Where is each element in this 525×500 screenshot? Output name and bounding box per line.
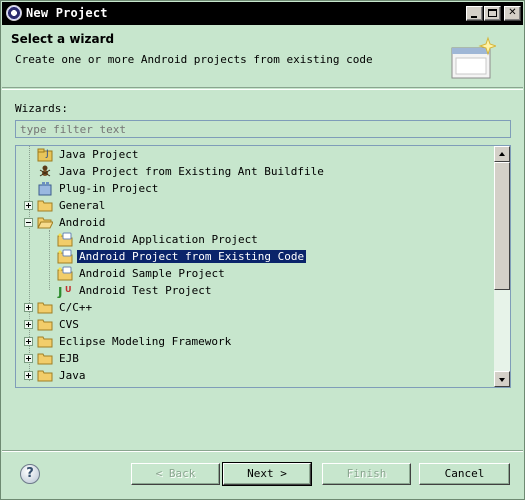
folder-icon	[37, 200, 53, 212]
tree-item-label: Android Test Project	[79, 284, 212, 297]
minimize-button[interactable]	[466, 6, 483, 21]
tree-item-label: Android Sample Project	[79, 267, 225, 280]
scroll-down-button[interactable]	[494, 371, 510, 387]
expand-icon[interactable]	[24, 371, 33, 380]
tree-item[interactable]: Android	[16, 214, 494, 231]
folder-icon	[37, 336, 53, 348]
eclipse-icon	[6, 5, 22, 21]
plugin-project-icon	[38, 182, 52, 196]
help-icon: ?	[26, 466, 34, 481]
tree-item-label: Java Project from Existing Ant Buildfile	[59, 165, 324, 178]
arrow-down-icon	[499, 378, 505, 382]
tree-item[interactable]: CVS	[16, 316, 494, 333]
tree-scrollbar[interactable]	[494, 146, 510, 387]
android-project-icon	[57, 232, 73, 247]
tree-item[interactable]: General	[16, 197, 494, 214]
arrow-up-icon	[499, 152, 505, 156]
ant-icon	[39, 165, 51, 177]
tree-item[interactable]: Android Sample Project	[16, 265, 494, 282]
folder-icon	[37, 319, 53, 331]
new-project-dialog: New Project ✕ Select a wizard Create one…	[0, 0, 525, 500]
folder-icon	[37, 302, 53, 314]
tree-item-label: CVS	[59, 318, 79, 331]
finish-button[interactable]: Finish	[322, 463, 411, 485]
wizards-label: Wizards:	[15, 102, 68, 115]
tree-item-label: Eclipse Modeling Framework	[59, 335, 232, 348]
close-button[interactable]: ✕	[504, 6, 521, 21]
scroll-up-button[interactable]	[494, 146, 510, 162]
wizard-tree-list: J Java Project Java Project from Existin…	[16, 146, 494, 387]
android-project-icon	[57, 249, 73, 264]
filter-input[interactable]	[15, 120, 511, 138]
expand-icon[interactable]	[24, 303, 33, 312]
folder-open-icon	[37, 217, 53, 229]
tree-item-label: General	[59, 199, 106, 212]
collapse-icon[interactable]	[24, 218, 33, 227]
tree-item[interactable]: Java Project from Existing Ant Buildfile	[16, 163, 494, 180]
folder-icon	[37, 353, 53, 365]
expand-icon[interactable]	[24, 201, 33, 210]
expand-icon[interactable]	[24, 337, 33, 346]
maximize-button[interactable]	[484, 6, 501, 21]
java-project-icon: J	[37, 148, 53, 162]
window-title: New Project	[26, 6, 108, 20]
cancel-button[interactable]: Cancel	[419, 463, 510, 485]
expand-icon[interactable]	[24, 354, 33, 363]
tree-item[interactable]: EJB	[16, 350, 494, 367]
tree-item-label: Android	[59, 216, 106, 229]
tree-item[interactable]: Android Project from Existing Code	[16, 248, 494, 265]
new-wizard-banner-icon	[451, 36, 496, 79]
svg-text:U: U	[65, 285, 72, 294]
tree-item-label: Android Application Project	[79, 233, 258, 246]
tree-item[interactable]: Plug-in Project	[16, 180, 494, 197]
tree-item[interactable]: Eclipse Modeling Framework	[16, 333, 494, 350]
wizard-header: Select a wizard Create one or more Andro…	[2, 26, 523, 88]
button-bar-separator	[2, 450, 523, 452]
folder-icon	[37, 370, 53, 382]
tree-item-label: Plug-in Project	[59, 182, 159, 195]
tree-item-label: EJB	[59, 352, 79, 365]
close-icon: ✕	[508, 7, 517, 18]
page-title: Select a wizard	[11, 32, 115, 46]
minimize-icon	[471, 16, 477, 18]
tree-item[interactable]: C/C++	[16, 299, 494, 316]
tree-item-label: C/C++	[59, 301, 93, 314]
tree-item-label: Java Project	[59, 148, 139, 161]
header-separator	[2, 89, 523, 90]
wizard-tree[interactable]: J Java Project Java Project from Existin…	[15, 145, 511, 388]
page-description: Create one or more Android projects from…	[15, 53, 373, 66]
scroll-thumb[interactable]	[494, 162, 510, 290]
svg-text:J: J	[45, 149, 49, 159]
maximize-icon	[488, 9, 497, 17]
tree-item[interactable]: J U Android Test Project	[16, 282, 494, 299]
next-button[interactable]: Next >	[222, 462, 312, 486]
junit-icon: J U	[57, 285, 72, 298]
title-bar[interactable]: New Project ✕	[2, 2, 523, 25]
tree-item[interactable]: J Java Project	[16, 146, 494, 163]
tree-item-label: Android Project from Existing Code	[75, 249, 308, 264]
android-project-icon	[57, 266, 73, 281]
expand-icon[interactable]	[24, 320, 33, 329]
back-button[interactable]: < Back	[131, 463, 220, 485]
tree-item[interactable]: Android Application Project	[16, 231, 494, 248]
svg-text:J: J	[57, 285, 62, 298]
help-button[interactable]: ?	[20, 464, 40, 484]
tree-item-label: Java	[59, 369, 86, 382]
tree-item[interactable]: Java	[16, 367, 494, 384]
